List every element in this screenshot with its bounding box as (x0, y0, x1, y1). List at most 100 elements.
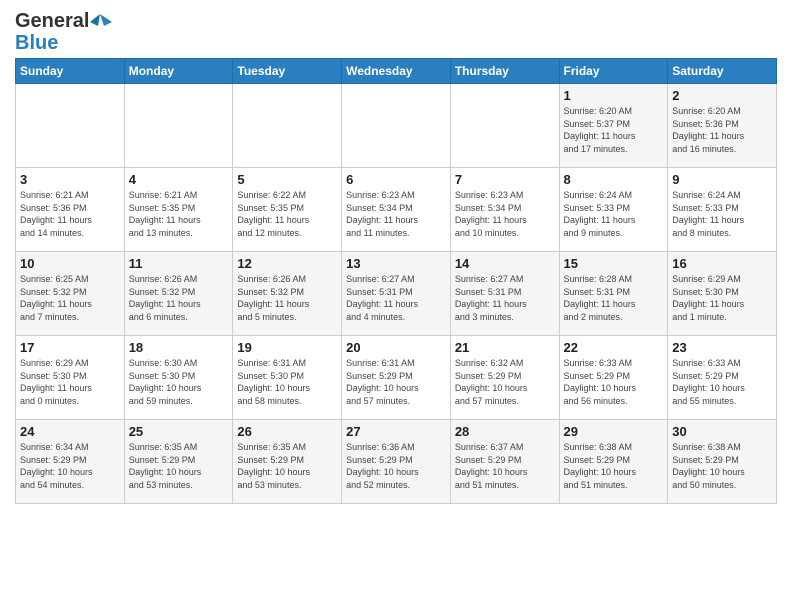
calendar-day-cell: 21 Sunrise: 6:32 AM Sunset: 5:29 PM Dayli… (450, 336, 559, 420)
day-info: Sunrise: 6:29 AM Sunset: 5:30 PM Dayligh… (20, 357, 120, 407)
day-info: Sunrise: 6:21 AM Sunset: 5:35 PM Dayligh… (129, 189, 229, 239)
calendar-day-cell (450, 84, 559, 168)
day-number: 15 (564, 256, 664, 271)
day-info: Sunrise: 6:20 AM Sunset: 5:37 PM Dayligh… (564, 105, 664, 155)
calendar-day-cell (342, 84, 451, 168)
calendar-week-row: 10 Sunrise: 6:25 AM Sunset: 5:32 PM Dayli… (16, 252, 777, 336)
calendar-day-cell: 25 Sunrise: 6:35 AM Sunset: 5:29 PM Dayli… (124, 420, 233, 504)
day-number: 17 (20, 340, 120, 355)
weekday-header: Wednesday (342, 59, 451, 84)
day-number: 16 (672, 256, 772, 271)
day-number: 13 (346, 256, 446, 271)
calendar-day-cell: 2 Sunrise: 6:20 AM Sunset: 5:36 PM Daylig… (668, 84, 777, 168)
calendar-week-row: 1Sunrise: 6:20 AM Sunset: 5:37 PM Daylig… (16, 84, 777, 168)
day-info: Sunrise: 6:38 AM Sunset: 5:29 PM Dayligh… (564, 441, 664, 491)
day-number: 22 (564, 340, 664, 355)
calendar-day-cell: 13 Sunrise: 6:27 AM Sunset: 5:31 PM Dayli… (342, 252, 451, 336)
day-number: 14 (455, 256, 555, 271)
day-number: 25 (129, 424, 229, 439)
day-info: Sunrise: 6:36 AM Sunset: 5:29 PM Dayligh… (346, 441, 446, 491)
day-info: Sunrise: 6:31 AM Sunset: 5:30 PM Dayligh… (237, 357, 337, 407)
day-info: Sunrise: 6:28 AM Sunset: 5:31 PM Dayligh… (564, 273, 664, 323)
page-container: General Blue SundayMondayTuesdayWednesda… (0, 0, 792, 509)
calendar-day-cell: 20 Sunrise: 6:31 AM Sunset: 5:29 PM Dayli… (342, 336, 451, 420)
weekday-header: Saturday (668, 59, 777, 84)
logo-bird-icon (90, 12, 112, 30)
day-number: 20 (346, 340, 446, 355)
weekday-header-row: SundayMondayTuesdayWednesdayThursdayFrid… (16, 59, 777, 84)
day-number: 12 (237, 256, 337, 271)
day-number: 29 (564, 424, 664, 439)
weekday-header: Monday (124, 59, 233, 84)
calendar-day-cell: 11 Sunrise: 6:26 AM Sunset: 5:32 PM Dayli… (124, 252, 233, 336)
calendar-day-cell (16, 84, 125, 168)
weekday-header: Friday (559, 59, 668, 84)
calendar-day-cell: 29 Sunrise: 6:38 AM Sunset: 5:29 PM Dayli… (559, 420, 668, 504)
day-info: Sunrise: 6:31 AM Sunset: 5:29 PM Dayligh… (346, 357, 446, 407)
weekday-header: Sunday (16, 59, 125, 84)
day-info: Sunrise: 6:26 AM Sunset: 5:32 PM Dayligh… (237, 273, 337, 323)
calendar-day-cell: 9 Sunrise: 6:24 AM Sunset: 5:33 PM Daylig… (668, 168, 777, 252)
day-number: 3 (20, 172, 120, 187)
calendar-day-cell: 18Sunrise: 6:30 AM Sunset: 5:30 PM Dayli… (124, 336, 233, 420)
day-number: 6 (346, 172, 446, 187)
day-info: Sunrise: 6:25 AM Sunset: 5:32 PM Dayligh… (20, 273, 120, 323)
day-number: 30 (672, 424, 772, 439)
day-number: 2 (672, 88, 772, 103)
day-info: Sunrise: 6:21 AM Sunset: 5:36 PM Dayligh… (20, 189, 120, 239)
day-info: Sunrise: 6:24 AM Sunset: 5:33 PM Dayligh… (672, 189, 772, 239)
day-info: Sunrise: 6:38 AM Sunset: 5:29 PM Dayligh… (672, 441, 772, 491)
calendar-table: SundayMondayTuesdayWednesdayThursdayFrid… (15, 58, 777, 504)
day-number: 21 (455, 340, 555, 355)
day-number: 4 (129, 172, 229, 187)
logo: General Blue (15, 10, 113, 54)
calendar-day-cell: 22 Sunrise: 6:33 AM Sunset: 5:29 PM Dayli… (559, 336, 668, 420)
calendar-day-cell: 3 Sunrise: 6:21 AM Sunset: 5:36 PM Daylig… (16, 168, 125, 252)
day-number: 7 (455, 172, 555, 187)
day-info: Sunrise: 6:23 AM Sunset: 5:34 PM Dayligh… (346, 189, 446, 239)
calendar-day-cell: 28 Sunrise: 6:37 AM Sunset: 5:29 PM Dayli… (450, 420, 559, 504)
day-number: 9 (672, 172, 772, 187)
logo-text: General Blue (15, 10, 113, 54)
calendar-day-cell: 17 Sunrise: 6:29 AM Sunset: 5:30 PM Dayli… (16, 336, 125, 420)
calendar-day-cell (124, 84, 233, 168)
day-number: 26 (237, 424, 337, 439)
day-number: 23 (672, 340, 772, 355)
day-info: Sunrise: 6:37 AM Sunset: 5:29 PM Dayligh… (455, 441, 555, 491)
logo-blue: Blue (15, 32, 58, 54)
day-number: 19 (237, 340, 337, 355)
day-number: 5 (237, 172, 337, 187)
day-info: Sunrise: 6:33 AM Sunset: 5:29 PM Dayligh… (672, 357, 772, 407)
day-info: Sunrise: 6:33 AM Sunset: 5:29 PM Dayligh… (564, 357, 664, 407)
day-info: Sunrise: 6:35 AM Sunset: 5:29 PM Dayligh… (237, 441, 337, 491)
calendar-day-cell: 6 Sunrise: 6:23 AM Sunset: 5:34 PM Daylig… (342, 168, 451, 252)
day-info: Sunrise: 6:24 AM Sunset: 5:33 PM Dayligh… (564, 189, 664, 239)
day-info: Sunrise: 6:20 AM Sunset: 5:36 PM Dayligh… (672, 105, 772, 155)
day-info: Sunrise: 6:26 AM Sunset: 5:32 PM Dayligh… (129, 273, 229, 323)
logo-general: General (15, 10, 89, 32)
calendar-day-cell: 30 Sunrise: 6:38 AM Sunset: 5:29 PM Dayli… (668, 420, 777, 504)
day-number: 10 (20, 256, 120, 271)
day-info: Sunrise: 6:27 AM Sunset: 5:31 PM Dayligh… (455, 273, 555, 323)
calendar-day-cell: 23 Sunrise: 6:33 AM Sunset: 5:29 PM Dayli… (668, 336, 777, 420)
day-info: Sunrise: 6:23 AM Sunset: 5:34 PM Dayligh… (455, 189, 555, 239)
calendar-day-cell: 8Sunrise: 6:24 AM Sunset: 5:33 PM Daylig… (559, 168, 668, 252)
day-info: Sunrise: 6:35 AM Sunset: 5:29 PM Dayligh… (129, 441, 229, 491)
calendar-day-cell: 4 Sunrise: 6:21 AM Sunset: 5:35 PM Daylig… (124, 168, 233, 252)
day-number: 24 (20, 424, 120, 439)
day-info: Sunrise: 6:32 AM Sunset: 5:29 PM Dayligh… (455, 357, 555, 407)
calendar-day-cell: 16Sunrise: 6:29 AM Sunset: 5:30 PM Dayli… (668, 252, 777, 336)
day-info: Sunrise: 6:27 AM Sunset: 5:31 PM Dayligh… (346, 273, 446, 323)
weekday-header: Thursday (450, 59, 559, 84)
calendar-day-cell: 24Sunrise: 6:34 AM Sunset: 5:29 PM Dayli… (16, 420, 125, 504)
calendar-week-row: 3 Sunrise: 6:21 AM Sunset: 5:36 PM Daylig… (16, 168, 777, 252)
calendar-week-row: 24Sunrise: 6:34 AM Sunset: 5:29 PM Dayli… (16, 420, 777, 504)
day-number: 11 (129, 256, 229, 271)
calendar-day-cell: 1Sunrise: 6:20 AM Sunset: 5:37 PM Daylig… (559, 84, 668, 168)
day-info: Sunrise: 6:22 AM Sunset: 5:35 PM Dayligh… (237, 189, 337, 239)
calendar-day-cell: 10 Sunrise: 6:25 AM Sunset: 5:32 PM Dayli… (16, 252, 125, 336)
calendar-week-row: 17 Sunrise: 6:29 AM Sunset: 5:30 PM Dayli… (16, 336, 777, 420)
day-number: 28 (455, 424, 555, 439)
calendar-day-cell: 5 Sunrise: 6:22 AM Sunset: 5:35 PM Daylig… (233, 168, 342, 252)
calendar-day-cell: 12 Sunrise: 6:26 AM Sunset: 5:32 PM Dayli… (233, 252, 342, 336)
